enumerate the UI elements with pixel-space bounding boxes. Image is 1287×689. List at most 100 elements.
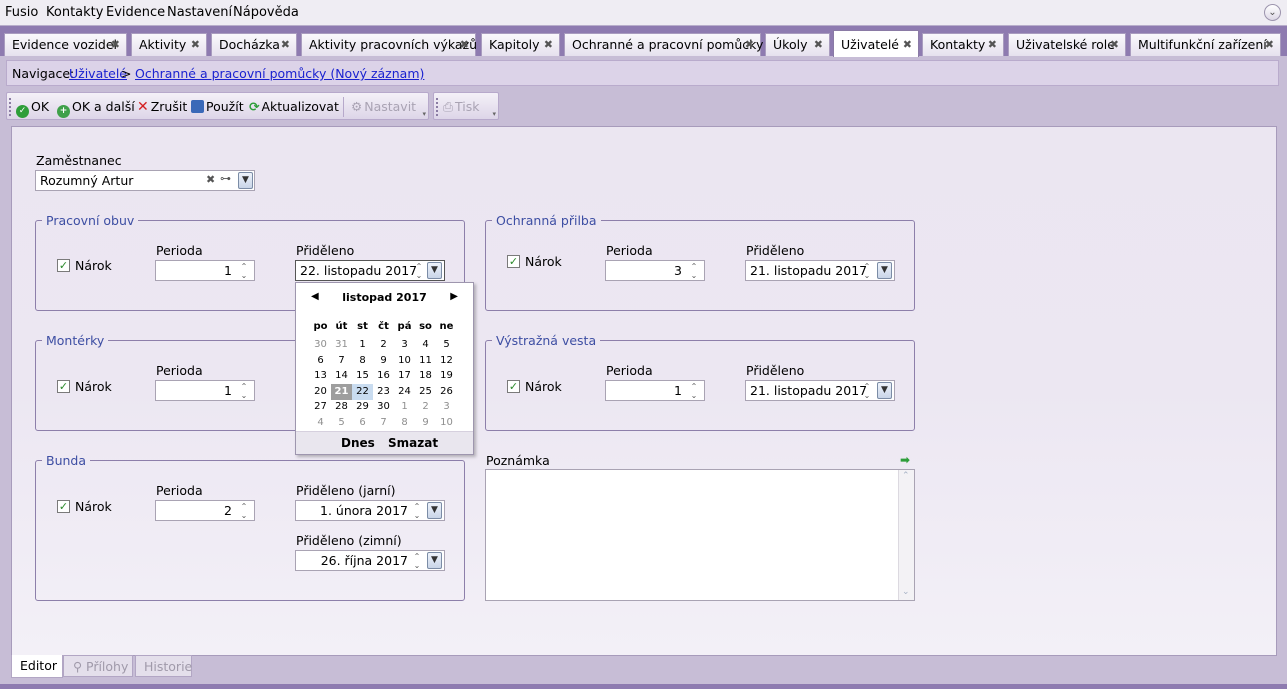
scroll-down-icon[interactable]: ⌄ [902,587,910,597]
settings-button[interactable]: ⚙ Nastavit [351,99,416,114]
calendar-day[interactable]: 26 [436,384,457,400]
tab-prilohy[interactable]: ⚲ Přílohy [63,655,133,677]
tab-kapitoly[interactable]: Kapitoly ✖ [481,33,560,56]
calendar-day[interactable]: 24 [394,384,415,400]
calendar-day[interactable]: 4 [310,415,331,431]
spinner-arrows-icon[interactable]: ⌃ ⌄ [413,262,425,280]
calendar-day[interactable]: 18 [415,368,436,384]
overalls-claim-checkbox[interactable]: ✓ [57,380,70,393]
tab-ochranne-pomucky[interactable]: Ochranné a pracovní pomůcky ✖ [564,33,763,56]
tab-evidence-vozidel[interactable]: Evidence vozidel ✖ [4,33,127,56]
scroll-up-icon[interactable]: ⌃ [902,471,910,481]
calendar-day[interactable]: 6 [352,415,373,431]
clear-date-button[interactable]: Smazat [388,436,438,450]
calendar-day[interactable]: 7 [331,353,352,369]
calendar-day[interactable]: 30 [310,337,331,353]
close-icon[interactable]: ✖ [903,38,912,51]
clear-icon[interactable]: ✖ [206,173,215,186]
menu-evidence[interactable]: Evidence [106,5,165,20]
spinner-arrows-icon[interactable]: ⌃ ⌄ [411,552,423,570]
spinner-arrows-icon[interactable]: ⌃ ⌄ [411,502,423,520]
calendar-day[interactable]: 7 [373,415,394,431]
close-icon[interactable]: ✖ [988,38,997,51]
breadcrumb-link-current[interactable]: Ochranné a pracovní pomůcky (Nový záznam… [135,66,424,81]
refresh-button[interactable]: ⟳ Aktualizovat [249,99,339,114]
calendar-day[interactable]: 31 [331,337,352,353]
tab-kontakty[interactable]: Kontakty ✖ [922,33,1004,56]
chevron-down-icon[interactable]: ⌄ [1264,4,1281,21]
calendar-day[interactable]: 5 [331,415,352,431]
today-button[interactable]: Dnes [341,436,375,450]
spinner-arrows-icon[interactable]: ⌃ ⌄ [688,382,700,400]
calendar-day[interactable]: 11 [415,353,436,369]
close-icon[interactable]: ✖ [745,38,754,51]
spinner-arrows-icon[interactable]: ⌃ ⌄ [861,382,873,400]
tab-aktivity[interactable]: Aktivity ✖ [131,33,207,56]
print-button[interactable]: ⎙ Tisk [443,99,480,115]
cancel-button[interactable]: ✕ Zrušit [137,99,187,115]
shoes-claim-checkbox[interactable]: ✓ [57,259,70,272]
tab-aktivity-pracovnich-vykazu[interactable]: Aktivity pracovních výkazů ✖ [301,33,477,56]
spinner-arrows-icon[interactable]: ⌃ ⌄ [238,382,250,400]
chevron-down-icon[interactable]: ▼ [427,262,442,279]
calendar-day[interactable]: 23 [373,384,394,400]
calendar-day[interactable]: 29 [352,399,373,415]
calendar-day[interactable]: 3 [436,399,457,415]
close-icon[interactable]: ✖ [191,38,200,51]
menu-nastaveni[interactable]: Nastavení [167,5,232,20]
tab-ukoly[interactable]: Úkoly ✖ [765,33,830,56]
calendar-day[interactable]: 12 [436,353,457,369]
spinner-arrows-icon[interactable]: ⌃ ⌄ [238,502,250,520]
close-icon[interactable]: ✖ [111,38,120,51]
calendar-day[interactable]: 27 [310,399,331,415]
chevron-down-icon[interactable]: ▼ [877,382,892,399]
calendar-day[interactable]: 14 [331,368,352,384]
jacket-claim-checkbox[interactable]: ✓ [57,500,70,513]
tab-uzivatelske-role[interactable]: Uživatelské role ✖ [1008,33,1126,56]
menu-kontakty[interactable]: Kontakty [46,5,103,20]
calendar-day[interactable]: 16 [373,368,394,384]
calendar-day[interactable]: 5 [436,337,457,353]
spinner-arrows-icon[interactable]: ⌃ ⌄ [238,262,250,280]
chevron-down-icon[interactable]: ▼ [427,552,442,569]
calendar-day[interactable]: 10 [394,353,415,369]
calendar-day[interactable]: 9 [373,353,394,369]
next-month-icon[interactable]: ▶ [450,291,458,302]
close-icon[interactable]: ✖ [1110,38,1119,51]
helmet-claim-checkbox[interactable]: ✓ [507,255,520,268]
arrow-right-icon[interactable]: ➡ [900,453,910,467]
calendar-day[interactable]: 9 [415,415,436,431]
menu-napoveda[interactable]: Nápověda [233,5,299,20]
dropdown-arrow-icon[interactable]: ▾ [422,110,426,118]
tab-uzivatele[interactable]: Uživatelé ✖ [833,30,919,57]
dropdown-arrow-icon[interactable]: ▾ [492,110,496,118]
link-icon[interactable]: ⊶ [220,172,231,185]
note-textarea[interactable]: ⌃ ⌄ [485,469,915,601]
calendar-day[interactable]: 13 [310,368,331,384]
calendar-day[interactable]: 1 [352,337,373,353]
vest-claim-checkbox[interactable]: ✓ [507,380,520,393]
calendar-day[interactable]: 2 [373,337,394,353]
ok-button[interactable]: ✓ OK [16,99,49,118]
close-icon[interactable]: ✖ [281,38,290,51]
chevron-down-icon[interactable]: ▼ [877,262,892,279]
chevron-down-icon[interactable]: ▼ [238,172,253,189]
calendar-day[interactable]: 20 [310,384,331,400]
close-icon[interactable]: ✖ [1265,38,1274,51]
calendar-day[interactable]: 25 [415,384,436,400]
menu-fusio[interactable]: Fusio [5,5,38,20]
ok-next-button[interactable]: + OK a další [57,99,135,118]
tab-dochazka[interactable]: Docházka ✖ [211,33,297,56]
calendar-day[interactable]: 4 [415,337,436,353]
spinner-arrows-icon[interactable]: ⌃ ⌄ [688,262,700,280]
calendar-day[interactable]: 1 [394,399,415,415]
calendar-day[interactable]: 19 [436,368,457,384]
close-icon[interactable]: ✖ [544,38,553,51]
calendar-day[interactable]: 17 [394,368,415,384]
tab-editor[interactable]: Editor [11,655,63,678]
calendar-day[interactable]: 15 [352,368,373,384]
calendar-day[interactable]: 22 [352,383,373,400]
tab-historie[interactable]: Historie [135,655,192,677]
calendar-day[interactable]: 30 [373,399,394,415]
calendar-day[interactable]: 6 [310,353,331,369]
